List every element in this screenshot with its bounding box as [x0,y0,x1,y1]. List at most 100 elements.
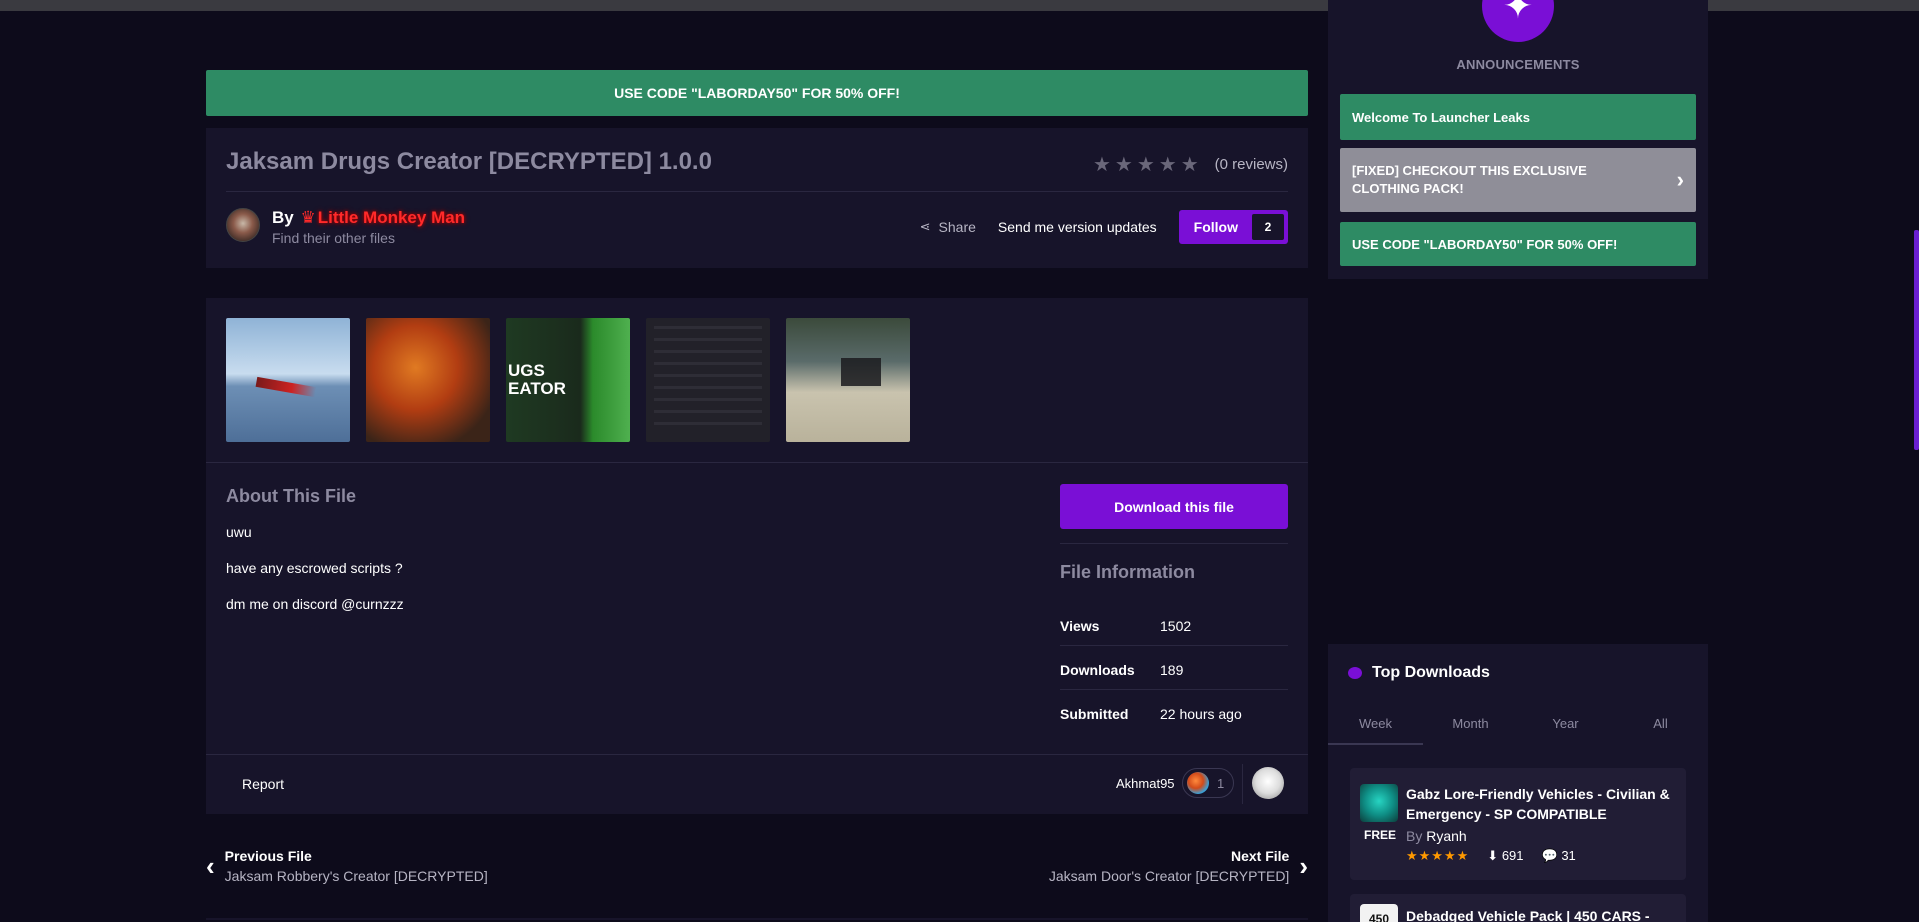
reaction-count: 1 [1217,775,1225,791]
author-name-link[interactable]: Little Monkey Man [318,208,465,227]
reviews-count: (0 reviews) [1214,156,1288,173]
info-row-downloads: Downloads 189 [1060,662,1288,678]
previous-file-link[interactable]: ‹ Previous File Jaksam Robbery's Creator… [206,848,488,884]
promo-banner[interactable]: USE CODE "LABORDAY50" FOR 50% OFF! [206,70,1308,116]
top-downloads-widget: Top Downloads Week Month Year All FREE G… [1328,644,1708,922]
by-prefix: By [1406,828,1423,844]
file-header-card: Jaksam Drugs Creator [DECRYPTED] 1.0.0 ★… [206,128,1308,268]
screenshot-thumbnail[interactable] [646,318,770,442]
divider [1242,764,1243,804]
download-icon: ⬇ [1487,848,1499,863]
share-icon: ⋖ [919,219,931,234]
scrollbar-thumb[interactable] [1914,230,1919,450]
chevron-right-icon: › [1676,167,1684,192]
author-line: By ♛ Little Monkey Man [272,208,465,228]
prev-file-name: Jaksam Robbery's Creator [DECRYPTED] [224,868,488,884]
follow-label: Follow [1193,219,1238,235]
megaphone-icon: ✦ [1482,0,1554,42]
report-button[interactable]: Report [242,776,284,792]
share-label: Share [938,219,976,235]
price-badge: FREE [1364,828,1397,842]
item-author-link[interactable]: Ryanh [1426,828,1466,844]
reaction-emoji-icon [1187,772,1209,794]
period-tabs: Week Month Year All [1328,706,1708,745]
announcements-title: ANNOUNCEMENTS [1456,57,1580,72]
announcement-item[interactable]: USE CODE "LABORDAY50" FOR 50% OFF! [1340,222,1696,266]
file-information-title: File Information [1060,562,1195,582]
rating: ★ ★ ★ ★ ★ (0 reviews) [1093,152,1288,177]
top-download-item[interactable]: FREE Gabz Lore-Friendly Vehicles - Civil… [1350,768,1686,880]
crown-icon: ♛ [300,208,316,227]
info-value: 189 [1160,662,1184,678]
downloads-count: 691 [1501,848,1524,863]
star-icon[interactable]: ★ [1093,152,1111,177]
tab-week[interactable]: Week [1328,706,1423,745]
download-button[interactable]: Download this file [1060,484,1288,529]
screenshot-thumbnail[interactable] [786,318,910,442]
share-button[interactable]: ⋖ Share [920,219,976,235]
announcements-widget: ✦ ANNOUNCEMENTS Welcome To Launcher Leak… [1328,0,1708,279]
chevron-left-icon: ‹ [206,850,215,881]
next-file-link[interactable]: Next File Jaksam Door's Creator [DECRYPT… [1049,848,1308,884]
divider [1060,543,1288,544]
divider [206,918,1308,920]
tab-all[interactable]: All [1613,706,1708,745]
item-author: By Ryanh [1406,828,1467,844]
item-meta: ★★★★★ ⬇ 691 💬 31 [1406,848,1576,864]
divider [226,191,1288,192]
divider [206,754,1308,755]
follow-count: 2 [1252,214,1284,240]
next-file-name: Jaksam Door's Creator [DECRYPTED] [1048,868,1290,884]
reaction-user-link[interactable]: Akhmat95 [1116,776,1175,791]
reaction-summary[interactable]: 1 [1182,768,1234,798]
about-text: uwu [226,524,252,540]
item-title-link[interactable]: Gabz Lore-Friendly Vehicles - Civilian &… [1406,784,1676,824]
info-value: 1502 [1160,618,1192,634]
thumbnail-text: UGS EATOR [508,361,566,398]
find-other-files-link[interactable]: Find their other files [272,230,395,246]
follow-button[interactable]: Follow 2 [1178,210,1288,244]
top-download-item[interactable]: 450 Debadged Vehicle Pack | 450 CARS - [1350,894,1686,922]
info-key: Downloads [1060,662,1135,678]
announcement-label: [FIXED] CHECKOUT THIS EXCLUSIVE CLOTHING… [1352,163,1587,196]
info-row-submitted: Submitted 22 hours ago [1060,706,1288,722]
downloads-stat: ⬇ 691 [1487,848,1523,864]
announcement-item[interactable]: Welcome To Launcher Leaks [1340,94,1696,140]
prev-label: Previous File [224,848,312,864]
info-key: Submitted [1060,706,1129,722]
star-icon[interactable]: ★ [1115,152,1133,177]
divider [206,462,1308,463]
comments-stat: 💬 31 [1542,848,1576,864]
divider [1060,645,1288,646]
star-icon[interactable]: ★ [1159,152,1177,177]
comment-icon: 💬 [1541,848,1558,863]
item-thumbnail[interactable] [1360,784,1398,822]
screenshot-thumbnail[interactable] [226,318,350,442]
author-prefix: By [272,208,294,227]
file-body-card: UGS EATOR About This File uwu have any es… [206,298,1308,814]
item-thumbnail[interactable]: 450 [1360,904,1398,922]
info-row-views: Views 1502 [1060,618,1288,634]
announcement-item[interactable]: [FIXED] CHECKOUT THIS EXCLUSIVE CLOTHING… [1340,148,1696,212]
star-icon[interactable]: ★ [1137,152,1155,177]
chat-bubble-icon [1348,667,1362,679]
header-actions: ⋖ Share Send me version updates Follow 2 [920,210,1288,244]
next-label: Next File [1230,848,1290,864]
screenshot-thumbnail[interactable] [366,318,490,442]
info-value: 22 hours ago [1160,706,1242,722]
top-downloads-title: Top Downloads [1348,664,1490,682]
tab-month[interactable]: Month [1423,706,1518,745]
file-title: Jaksam Drugs Creator [DECRYPTED] 1.0.0 [226,148,712,175]
tab-year[interactable]: Year [1518,706,1613,745]
item-title-link[interactable]: Debadged Vehicle Pack | 450 CARS - [1406,908,1650,922]
author-avatar[interactable] [226,208,260,242]
react-button-avatar[interactable] [1252,767,1284,799]
about-text: have any escrowed scripts ? [226,560,403,576]
chevron-right-icon: › [1299,850,1308,881]
version-updates-button[interactable]: Send me version updates [998,219,1157,235]
star-icon[interactable]: ★ [1181,152,1199,177]
about-title: About This File [226,486,356,506]
top-downloads-label: Top Downloads [1372,664,1490,681]
info-key: Views [1060,618,1100,634]
screenshot-thumbnail[interactable]: UGS EATOR [506,318,630,442]
